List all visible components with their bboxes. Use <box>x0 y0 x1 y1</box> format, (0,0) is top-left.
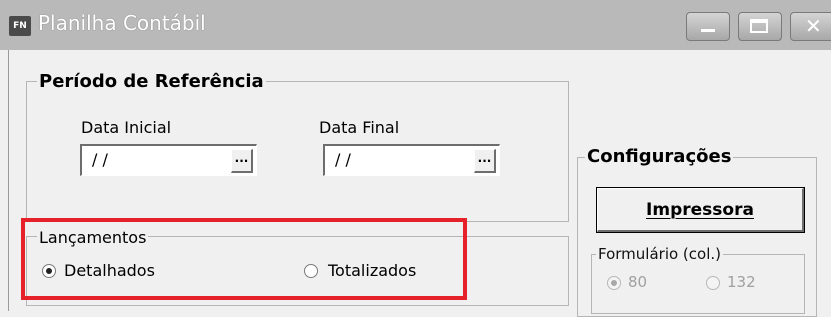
data-final-field[interactable]: / / ... <box>323 144 500 176</box>
data-inicial-value: / / <box>92 150 108 169</box>
title-bar[interactable]: FN Planilha Contábil ✕ <box>0 0 831 50</box>
col-132-label[interactable]: 132 <box>727 273 756 291</box>
close-button[interactable]: ✕ <box>790 12 831 41</box>
data-inicial-label: Data Inicial <box>81 118 172 137</box>
window-title: Planilha Contábil <box>38 11 206 35</box>
impressora-button[interactable]: Impressora <box>596 187 805 233</box>
data-final-value: / / <box>335 150 351 169</box>
minimize-button[interactable] <box>686 12 730 41</box>
periodo-legend: Período de Referência <box>37 71 266 92</box>
close-icon: ✕ <box>805 14 822 38</box>
maximize-icon <box>750 19 768 33</box>
data-inicial-field[interactable]: / / ... <box>80 144 257 176</box>
col-80-label[interactable]: 80 <box>628 273 647 291</box>
impressora-button-label: Impressora <box>646 200 754 220</box>
minimize-icon <box>701 29 715 32</box>
radio-80[interactable] <box>607 276 621 290</box>
data-inicial-picker-button[interactable]: ... <box>231 149 253 173</box>
highlight-box <box>21 218 467 300</box>
maximize-button[interactable] <box>738 12 782 41</box>
data-final-picker-button[interactable]: ... <box>474 149 496 173</box>
data-final-label: Data Final <box>319 118 400 137</box>
radio-132[interactable] <box>706 276 720 290</box>
formulario-legend: Formulário (col.) <box>596 245 723 263</box>
formulario-group <box>591 254 805 314</box>
app-icon: FN <box>9 16 31 36</box>
configuracoes-legend: Configurações <box>585 146 734 167</box>
